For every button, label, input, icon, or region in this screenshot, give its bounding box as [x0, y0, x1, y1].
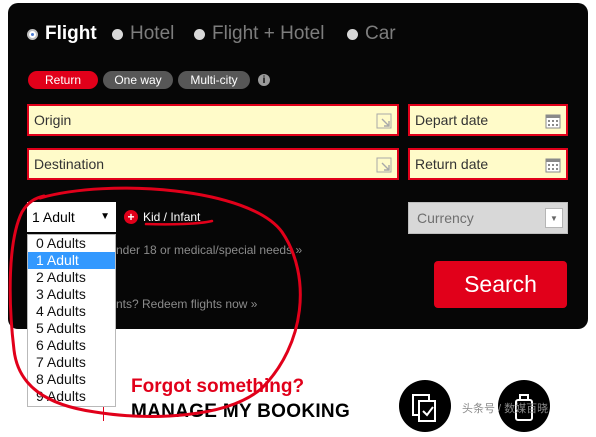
- origin-field[interactable]: Origin: [27, 104, 399, 136]
- adults-select[interactable]: 1 Adult ▼: [27, 202, 116, 232]
- expand-icon: [376, 157, 392, 173]
- radio-icon: [194, 28, 205, 40]
- adults-option[interactable]: 2 Adults: [28, 269, 115, 286]
- info-icon[interactable]: i: [258, 74, 270, 86]
- under18-link[interactable]: nder 18 or medical/special needs »: [116, 243, 302, 257]
- radio-selected-icon: [27, 28, 38, 40]
- return-date-field[interactable]: Return date: [408, 148, 568, 180]
- origin-placeholder: Origin: [34, 112, 72, 128]
- product-flight-label: Flight: [45, 23, 97, 44]
- calendar-icon[interactable]: [545, 157, 561, 173]
- search-button[interactable]: Search: [434, 261, 567, 308]
- dropdown-arrow-icon: ▼: [545, 208, 563, 228]
- destination-placeholder: Destination: [34, 156, 105, 172]
- return-date-placeholder: Return date: [415, 156, 489, 172]
- destination-field[interactable]: Destination: [27, 148, 399, 180]
- adults-select-value: 1 Adult: [32, 209, 75, 225]
- trip-oneway-button[interactable]: One way: [103, 71, 173, 89]
- product-hotel-label: Hotel: [130, 23, 175, 44]
- adults-dropdown-list[interactable]: 0 Adults 1 Adult 2 Adults 3 Adults 4 Adults 5…: [27, 234, 116, 407]
- redeem-flights-link[interactable]: nts? Redeem flights now »: [116, 297, 257, 311]
- product-hotel[interactable]: Hotel: [112, 22, 174, 46]
- add-kid-infant-button[interactable]: + Kid / Infant: [124, 210, 200, 224]
- product-car-label: Car: [365, 23, 396, 44]
- calendar-icon[interactable]: [545, 113, 561, 129]
- adults-option[interactable]: 3 Adults: [28, 286, 115, 303]
- product-car[interactable]: Car: [347, 22, 396, 46]
- kid-infant-label: Kid / Infant: [143, 210, 201, 224]
- product-flight-hotel[interactable]: Flight + Hotel: [194, 22, 324, 46]
- radio-icon: [347, 28, 358, 40]
- currency-select[interactable]: Currency ▼: [408, 202, 568, 234]
- banner-title: Forgot something?: [131, 376, 305, 397]
- watermark: 头条号 / 数媒百晓: [462, 403, 549, 415]
- adults-option[interactable]: 9 Adults: [28, 388, 115, 405]
- adults-option[interactable]: 4 Adults: [28, 303, 115, 320]
- radio-icon: [112, 28, 123, 40]
- dropdown-arrow-icon: ▼: [100, 211, 110, 222]
- depart-date-field[interactable]: Depart date: [408, 104, 568, 136]
- product-flight[interactable]: Flight: [27, 22, 97, 46]
- adults-option[interactable]: 1 Adult: [28, 252, 115, 269]
- adults-option[interactable]: 5 Adults: [28, 320, 115, 337]
- product-flight-hotel-label: Flight + Hotel: [212, 23, 325, 44]
- depart-date-placeholder: Depart date: [415, 112, 489, 128]
- adults-option[interactable]: 8 Adults: [28, 371, 115, 388]
- adults-option[interactable]: 0 Adults: [28, 235, 115, 252]
- manage-booking-link[interactable]: MANAGE MY BOOKING: [131, 401, 350, 423]
- trip-multicity-button[interactable]: Multi-city: [178, 71, 250, 89]
- plus-icon: +: [124, 210, 138, 224]
- currency-placeholder: Currency: [417, 210, 474, 226]
- document-icon[interactable]: [399, 380, 451, 432]
- adults-option[interactable]: 6 Adults: [28, 337, 115, 354]
- trip-return-button[interactable]: Return: [28, 71, 98, 89]
- adults-option[interactable]: 7 Adults: [28, 354, 115, 371]
- expand-icon: [376, 113, 392, 129]
